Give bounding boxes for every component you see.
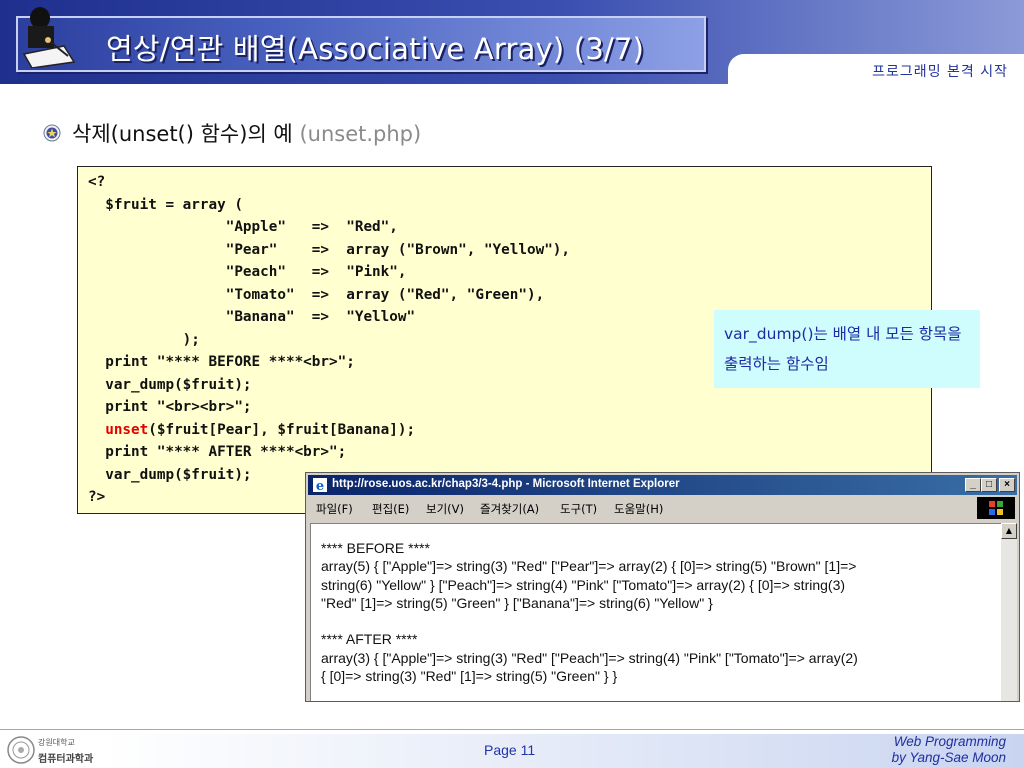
windows-logo-icon: [977, 497, 1015, 519]
arrow-up-icon: ▲: [1005, 526, 1013, 535]
menu-view[interactable]: 보기(V): [426, 501, 464, 517]
footer-divider: [0, 729, 1024, 730]
heading-text: 삭제(unset() 함수)의 예: [72, 122, 293, 146]
output-line: array(5) { ["Apple"]=> string(3) "Red" […: [321, 558, 857, 575]
department-name: 컴퓨터과학과: [38, 754, 94, 765]
internet-explorer-icon: e: [313, 478, 327, 493]
section-heading: 삭제(unset() 함수)의 예 (unset.php): [72, 118, 421, 148]
browser-title: http://rose.uos.ac.kr/chap3/3-4.php - Mi…: [332, 478, 680, 490]
output-line: **** AFTER ****: [321, 631, 418, 648]
browser-content[interactable]: **** BEFORE **** array(5) { ["Apple"]=> …: [310, 523, 1002, 701]
menu-tools[interactable]: 도구(T): [560, 501, 597, 517]
note-text: var_dump()는 배열 내 모든 항목을 출력하는 함수임: [724, 325, 962, 373]
browser-menubar: 파일(F) 편집(E) 보기(V) 즐겨찾기(A) 도구(T) 도움말(H): [308, 497, 1017, 519]
footer-band: [104, 734, 1024, 768]
menu-file[interactable]: 파일(F): [316, 501, 353, 517]
menu-help[interactable]: 도움말(H): [614, 501, 663, 517]
minimize-icon: _: [970, 479, 976, 490]
output-line: **** BEFORE ****: [321, 540, 430, 556]
slide-title: 연상/연관 배열(Associative Array) (3/7): [106, 32, 645, 66]
scroll-up-button[interactable]: ▲: [1001, 523, 1017, 539]
unset-keyword: unset: [105, 421, 149, 438]
vertical-scrollbar[interactable]: ▲: [1001, 523, 1017, 701]
svg-text:e: e: [316, 479, 324, 493]
note-callout: var_dump()는 배열 내 모든 항목을 출력하는 함수임: [714, 310, 980, 388]
output-line: string(6) "Yellow" } ["Peach"]=> string(…: [321, 576, 846, 593]
heading-filename: (unset.php): [299, 122, 422, 146]
code-part-before: <? $fruit = array ( "Apple" => "Red", "P…: [88, 174, 571, 415]
browser-window: e http://rose.uos.ac.kr/chap3/3-4.php - …: [305, 472, 1020, 702]
close-button[interactable]: ×: [999, 478, 1015, 492]
output-line: { [0]=> string(3) "Red" [1]=> string(5) …: [321, 668, 618, 685]
maximize-icon: □: [985, 479, 993, 490]
output-line: "Red" [1]=> string(5) "Green" } ["Banana…: [321, 594, 713, 611]
credit-course: Web Programming: [893, 734, 1006, 749]
minimize-button[interactable]: _: [965, 478, 981, 492]
course-label: 프로그래밍 본격 시작: [872, 64, 1008, 80]
close-icon: ×: [1004, 479, 1010, 490]
bullet-icon: [43, 124, 61, 142]
code-listing: <? $fruit = array ( "Apple" => "Red", "P…: [88, 171, 570, 509]
menu-edit[interactable]: 편집(E): [372, 501, 409, 517]
page-number: Page 11: [484, 742, 536, 758]
maximize-button[interactable]: □: [981, 478, 997, 492]
university-name: 강원대학교: [38, 738, 75, 747]
footer-credit: Web Programming by Yang-Sae Moon: [892, 734, 1006, 766]
writer-figure-icon: [22, 7, 76, 68]
browser-titlebar[interactable]: e http://rose.uos.ac.kr/chap3/3-4.php - …: [308, 475, 1017, 495]
menu-favorites[interactable]: 즐겨찾기(A): [480, 501, 539, 517]
var-dump-output: **** BEFORE **** array(5) { ["Apple"]=> …: [321, 539, 993, 685]
credit-author: by Yang-Sae Moon: [891, 750, 1006, 765]
output-line: array(3) { ["Apple"]=> string(3) "Red" […: [321, 649, 858, 666]
